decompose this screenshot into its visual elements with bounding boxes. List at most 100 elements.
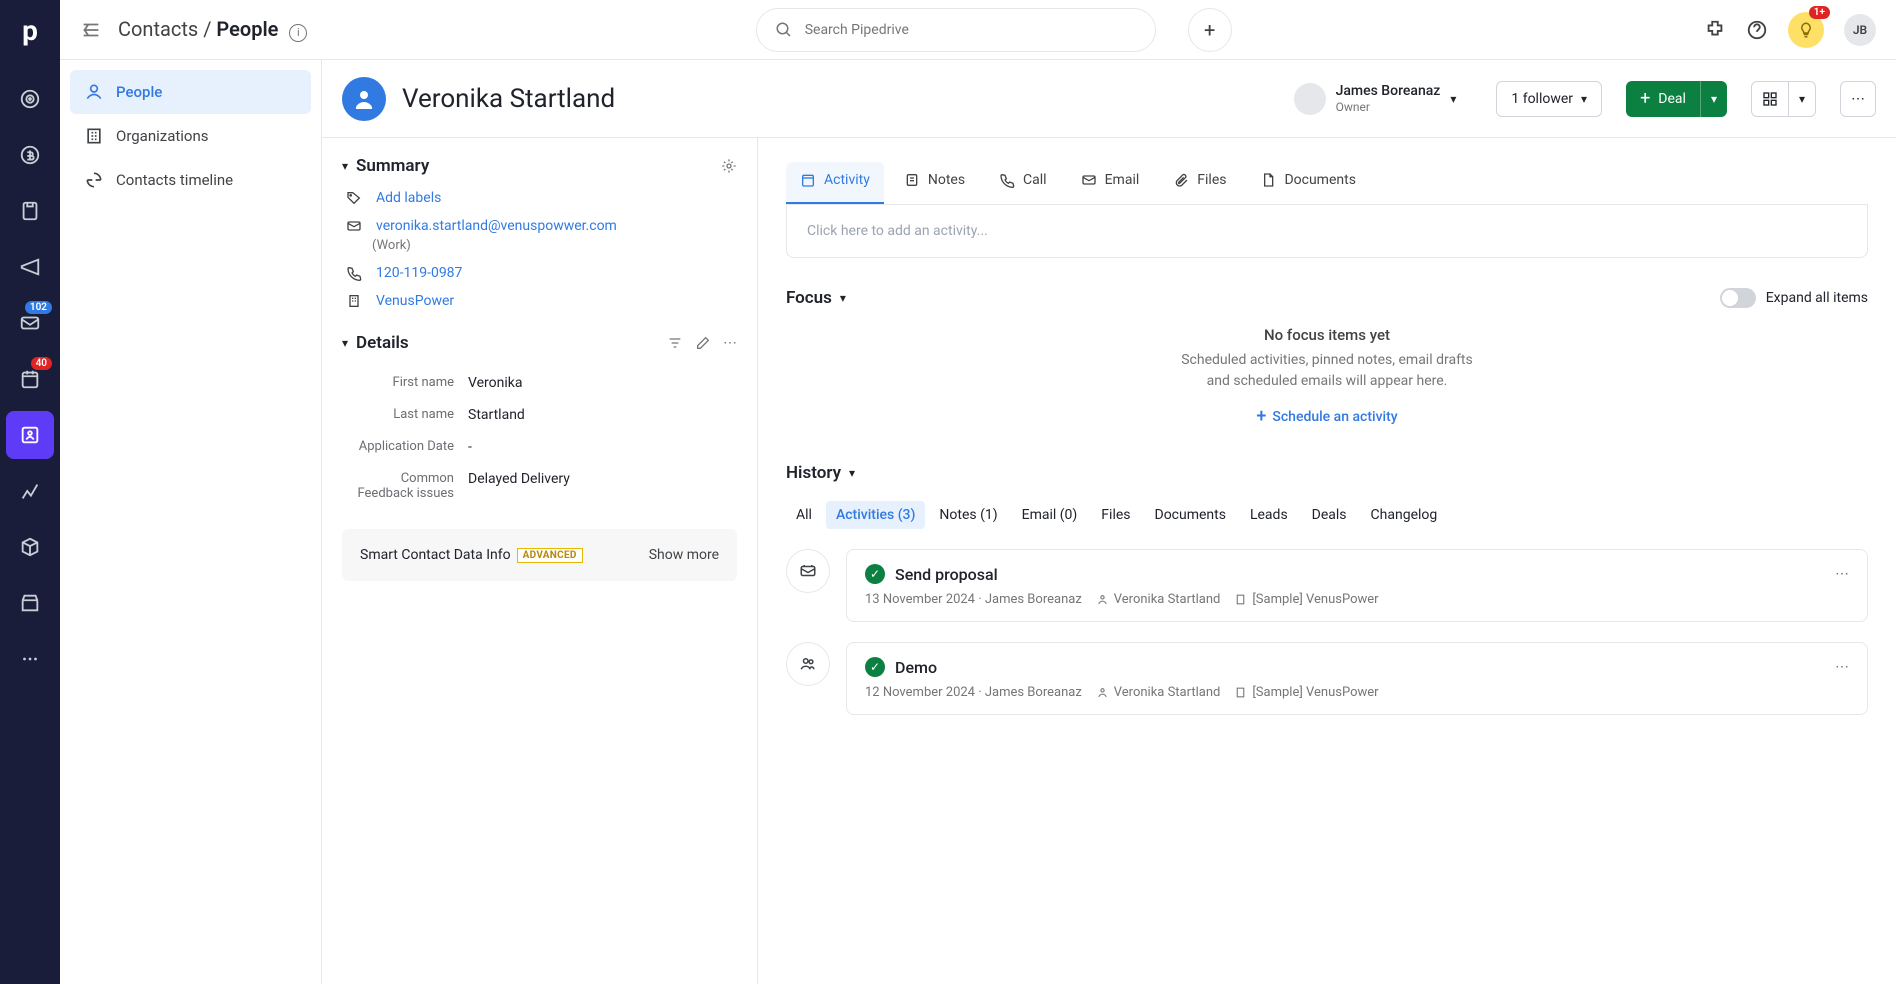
- filter-icon[interactable]: [667, 335, 683, 351]
- tab-documents[interactable]: Documents: [1246, 162, 1369, 204]
- history-filter-tab[interactable]: Activities (3): [826, 501, 925, 529]
- subnav-timeline[interactable]: Contacts timeline: [70, 158, 311, 202]
- history-card[interactable]: ✓Demo⋯12 November 2024 · James BoreanazV…: [846, 642, 1868, 715]
- activity-org: [Sample] VenusPower: [1234, 592, 1378, 607]
- more-icon[interactable]: ⋯: [723, 335, 737, 351]
- extensions-icon[interactable]: [1704, 19, 1726, 41]
- field-value: Veronika: [468, 375, 737, 391]
- org-link[interactable]: VenusPower: [376, 293, 454, 309]
- subnav-people[interactable]: People: [70, 70, 311, 114]
- global-search[interactable]: Search Pipedrive: [756, 8, 1156, 52]
- details-row: Common Feedback issuesDelayed Delivery: [342, 463, 737, 509]
- activity-date: 13 November 2024 · James Boreanaz: [865, 592, 1082, 607]
- rail-inbox[interactable]: 102: [6, 299, 54, 347]
- history-filter-tab[interactable]: Notes (1): [929, 501, 1007, 529]
- history-filter-tab[interactable]: Documents: [1145, 501, 1236, 529]
- focus-title: Focus: [786, 288, 832, 308]
- done-check-icon[interactable]: ✓: [865, 564, 885, 584]
- chevron-down-icon: ▾: [1450, 92, 1456, 106]
- email-link[interactable]: veronika.startland@venuspowwer.com: [376, 218, 617, 234]
- activity-title: Demo: [895, 658, 937, 677]
- search-placeholder: Search Pipedrive: [805, 22, 909, 38]
- edit-icon[interactable]: [695, 335, 711, 351]
- chevron-down-icon[interactable]: ▾: [840, 291, 846, 305]
- breadcrumb-parent[interactable]: Contacts: [118, 17, 198, 41]
- rail-products[interactable]: [6, 523, 54, 571]
- summary-section-head[interactable]: ▾ Summary: [342, 156, 737, 176]
- history-filter-tab[interactable]: All: [786, 501, 822, 529]
- tab-activity[interactable]: Activity: [786, 162, 884, 204]
- history-filter-tab[interactable]: Files: [1091, 501, 1140, 529]
- done-check-icon[interactable]: ✓: [865, 657, 885, 677]
- history-filter-tab[interactable]: Deals: [1302, 501, 1357, 529]
- user-avatar[interactable]: JB: [1844, 14, 1876, 46]
- email-type: (Work): [372, 238, 737, 253]
- rail-projects[interactable]: [6, 187, 54, 235]
- history-filter-tab[interactable]: Email (0): [1012, 501, 1088, 529]
- app-logo[interactable]: p: [22, 14, 38, 47]
- help-icon[interactable]: [1746, 19, 1768, 41]
- more-actions-button[interactable]: ⋯: [1840, 81, 1876, 117]
- details-row: Application Date-: [342, 431, 737, 463]
- inbox-badge: 102: [25, 301, 52, 314]
- smart-label: Smart Contact Data Info: [360, 547, 511, 563]
- add-deal-button[interactable]: +Deal: [1626, 81, 1700, 117]
- contacts-subnav: People Organizations Contacts timeline: [60, 60, 322, 984]
- rail-leads[interactable]: [6, 75, 54, 123]
- history-filter-tab[interactable]: Leads: [1240, 501, 1298, 529]
- card-more-icon[interactable]: ⋯: [1835, 659, 1849, 675]
- history-card[interactable]: ✓Send proposal⋯13 November 2024 · James …: [846, 549, 1868, 622]
- tab-notes[interactable]: Notes: [890, 162, 979, 204]
- phone-link[interactable]: 120-119-0987: [376, 265, 462, 281]
- rail-campaigns[interactable]: [6, 243, 54, 291]
- smart-contact-box: Smart Contact Data Info ADVANCED Show mo…: [342, 529, 737, 581]
- left-rail: p 102 40: [0, 0, 60, 984]
- add-labels-link[interactable]: Add labels: [376, 190, 441, 206]
- owner-selector[interactable]: James Boreanaz Owner ▾: [1294, 83, 1457, 115]
- activity-input[interactable]: Click here to add an activity...: [786, 205, 1868, 258]
- details-section-head[interactable]: ▾ Details ⋯: [342, 333, 737, 353]
- advanced-tag: ADVANCED: [517, 548, 583, 563]
- rail-contacts[interactable]: [6, 411, 54, 459]
- tab-call[interactable]: Call: [985, 162, 1061, 204]
- layout-dropdown[interactable]: ▾: [1789, 81, 1816, 117]
- breadcrumb: Contacts / People i: [118, 17, 307, 42]
- field-label: First name: [342, 375, 468, 391]
- field-label: Application Date: [342, 439, 468, 455]
- history-item: ✓Send proposal⋯13 November 2024 · James …: [786, 549, 1868, 622]
- followers-button[interactable]: 1 follower▾: [1496, 81, 1602, 117]
- right-panel: Activity Notes Call Email Files Document…: [758, 138, 1896, 984]
- owner-role: Owner: [1336, 100, 1441, 114]
- rail-insights[interactable]: [6, 467, 54, 515]
- history-item: ✓Demo⋯12 November 2024 · James BoreanazV…: [786, 642, 1868, 715]
- rail-deals[interactable]: [6, 131, 54, 179]
- tips-icon[interactable]: 1+: [1788, 12, 1824, 48]
- person-header: Veronika Startland James Boreanaz Owner …: [322, 60, 1896, 138]
- quick-add-button[interactable]: +: [1188, 8, 1232, 52]
- topbar: Contacts / People i Search Pipedrive + 1…: [60, 0, 1896, 60]
- tab-files[interactable]: Files: [1159, 162, 1240, 204]
- history-type-icon: [786, 642, 830, 686]
- owner-avatar: [1294, 83, 1326, 115]
- expand-label: Expand all items: [1766, 290, 1868, 306]
- owner-name: James Boreanaz: [1336, 83, 1441, 100]
- card-more-icon[interactable]: ⋯: [1835, 566, 1849, 582]
- gear-icon[interactable]: [721, 158, 737, 174]
- rail-activities[interactable]: 40: [6, 355, 54, 403]
- schedule-activity-link[interactable]: +Schedule an activity: [1256, 406, 1397, 427]
- add-deal-dropdown[interactable]: ▾: [1700, 81, 1727, 117]
- info-icon[interactable]: i: [289, 24, 307, 42]
- menu-toggle[interactable]: [80, 19, 102, 41]
- tab-email[interactable]: Email: [1067, 162, 1154, 204]
- building-icon: [346, 293, 364, 309]
- subnav-organizations[interactable]: Organizations: [70, 114, 311, 158]
- show-more-link[interactable]: Show more: [649, 547, 719, 563]
- rail-more[interactable]: [6, 635, 54, 683]
- expand-toggle[interactable]: [1720, 288, 1756, 308]
- layout-button[interactable]: [1751, 81, 1789, 117]
- person-avatar: [342, 77, 386, 121]
- history-filter-tab[interactable]: Changelog: [1361, 501, 1448, 529]
- chevron-down-icon[interactable]: ▾: [849, 466, 855, 480]
- rail-marketplace[interactable]: [6, 579, 54, 627]
- person-name: Veronika Startland: [402, 84, 615, 114]
